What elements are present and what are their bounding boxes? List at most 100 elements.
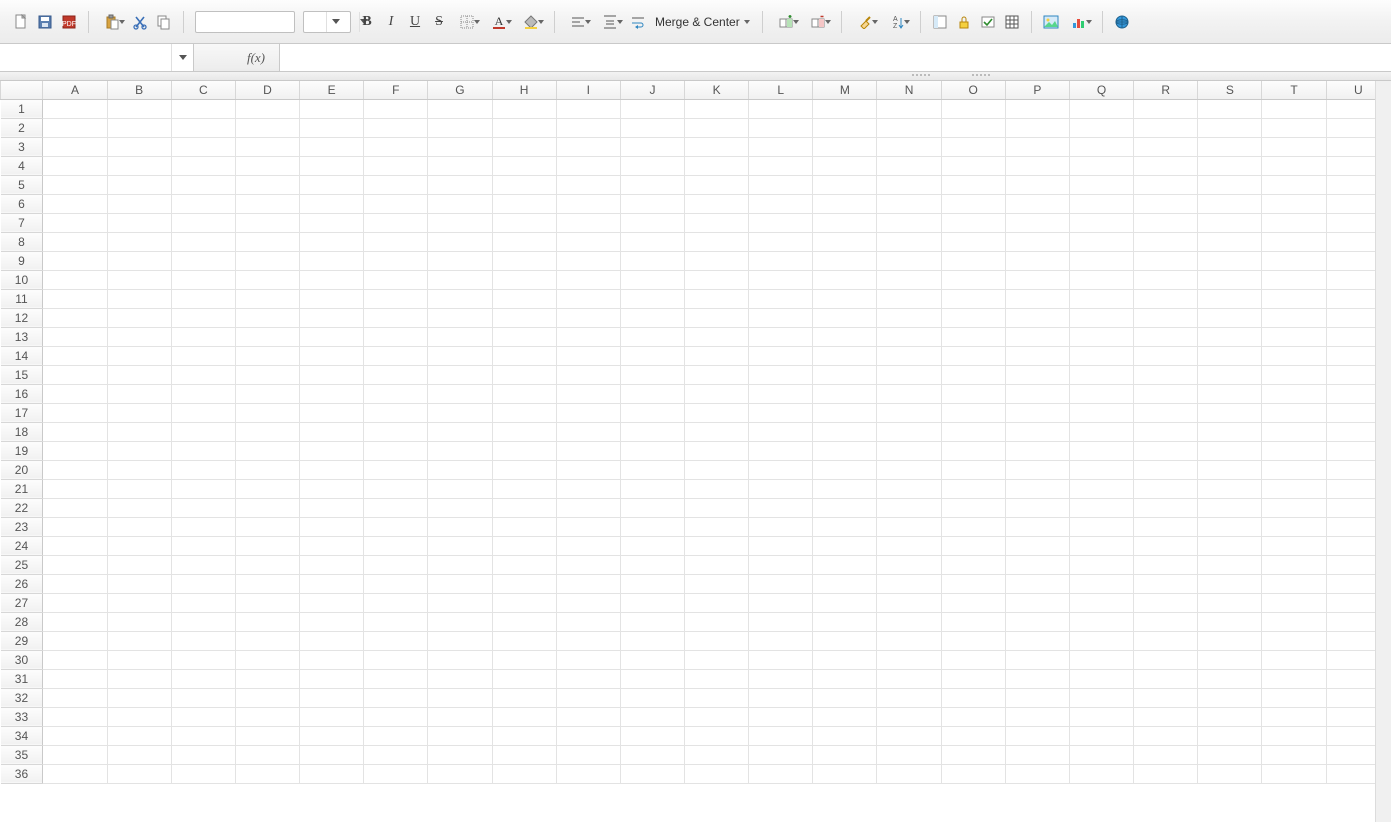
cell[interactable] [556,137,620,156]
cell[interactable] [107,213,171,232]
row-header[interactable]: 29 [1,631,43,650]
cell[interactable] [685,365,749,384]
cell[interactable] [685,422,749,441]
cell[interactable] [428,745,492,764]
cell[interactable] [492,156,556,175]
cell[interactable] [428,707,492,726]
cell[interactable] [556,669,620,688]
cell[interactable] [1005,574,1069,593]
cell[interactable] [941,726,1005,745]
cell[interactable] [620,479,684,498]
cell[interactable] [171,612,235,631]
cell[interactable] [428,289,492,308]
cell[interactable] [941,536,1005,555]
cell[interactable] [43,498,107,517]
cell[interactable] [749,707,813,726]
cell[interactable] [877,688,941,707]
cell[interactable] [685,460,749,479]
cell[interactable] [749,764,813,783]
cell[interactable] [685,213,749,232]
row-header[interactable]: 20 [1,460,43,479]
cell[interactable] [171,536,235,555]
cell[interactable] [749,365,813,384]
row-header[interactable]: 9 [1,251,43,270]
cell[interactable] [941,517,1005,536]
cell[interactable] [1198,726,1262,745]
cell[interactable] [428,460,492,479]
cell[interactable] [685,346,749,365]
cell[interactable] [813,232,877,251]
cell[interactable] [877,764,941,783]
cell[interactable] [620,593,684,612]
cell[interactable] [749,346,813,365]
cell[interactable] [235,517,299,536]
cell[interactable] [1005,99,1069,118]
cell[interactable] [1069,441,1133,460]
cell[interactable] [1262,422,1326,441]
cell[interactable] [492,403,556,422]
cell[interactable] [1069,99,1133,118]
cell[interactable] [1262,99,1326,118]
cell[interactable] [171,365,235,384]
cell[interactable] [107,422,171,441]
cell[interactable] [1262,460,1326,479]
borders-icon[interactable] [452,11,482,33]
cell[interactable] [364,745,428,764]
cell[interactable] [1198,403,1262,422]
cell[interactable] [235,156,299,175]
cell[interactable] [556,441,620,460]
cell[interactable] [685,555,749,574]
row-header[interactable]: 35 [1,745,43,764]
cell[interactable] [1134,403,1198,422]
cell[interactable] [428,498,492,517]
cell[interactable] [1198,612,1262,631]
cell[interactable] [492,726,556,745]
cell[interactable] [556,612,620,631]
cell[interactable] [300,118,364,137]
cell[interactable] [364,99,428,118]
cell[interactable] [43,688,107,707]
cell[interactable] [556,194,620,213]
cell[interactable] [556,213,620,232]
cell[interactable] [1262,118,1326,137]
cell[interactable] [941,327,1005,346]
cell[interactable] [171,384,235,403]
column-header[interactable]: C [171,81,235,99]
cell[interactable] [364,593,428,612]
cell[interactable] [300,498,364,517]
cell[interactable] [685,745,749,764]
cell[interactable] [1198,327,1262,346]
cell[interactable] [364,498,428,517]
cell[interactable] [1198,479,1262,498]
cell[interactable] [877,631,941,650]
cell[interactable] [620,346,684,365]
cell[interactable] [941,270,1005,289]
font-size-combo[interactable] [303,11,351,33]
cell[interactable] [749,175,813,194]
cell[interactable] [620,251,684,270]
cell[interactable] [300,574,364,593]
cell[interactable] [620,365,684,384]
cell[interactable] [171,688,235,707]
cell[interactable] [1134,213,1198,232]
cell[interactable] [171,517,235,536]
cell[interactable] [300,631,364,650]
cell[interactable] [941,99,1005,118]
row-header[interactable]: 34 [1,726,43,745]
column-header[interactable]: D [235,81,299,99]
cell[interactable] [685,536,749,555]
cell[interactable] [43,289,107,308]
column-header[interactable]: E [300,81,364,99]
cell[interactable] [300,270,364,289]
row-header[interactable]: 27 [1,593,43,612]
cell[interactable] [492,308,556,327]
cell[interactable] [1198,745,1262,764]
cell[interactable] [1262,517,1326,536]
cell[interactable] [1069,251,1133,270]
delete-cells-icon[interactable] [803,11,833,33]
cell[interactable] [235,631,299,650]
cell[interactable] [107,365,171,384]
cell[interactable] [1198,764,1262,783]
cell[interactable] [364,327,428,346]
cell[interactable] [300,308,364,327]
